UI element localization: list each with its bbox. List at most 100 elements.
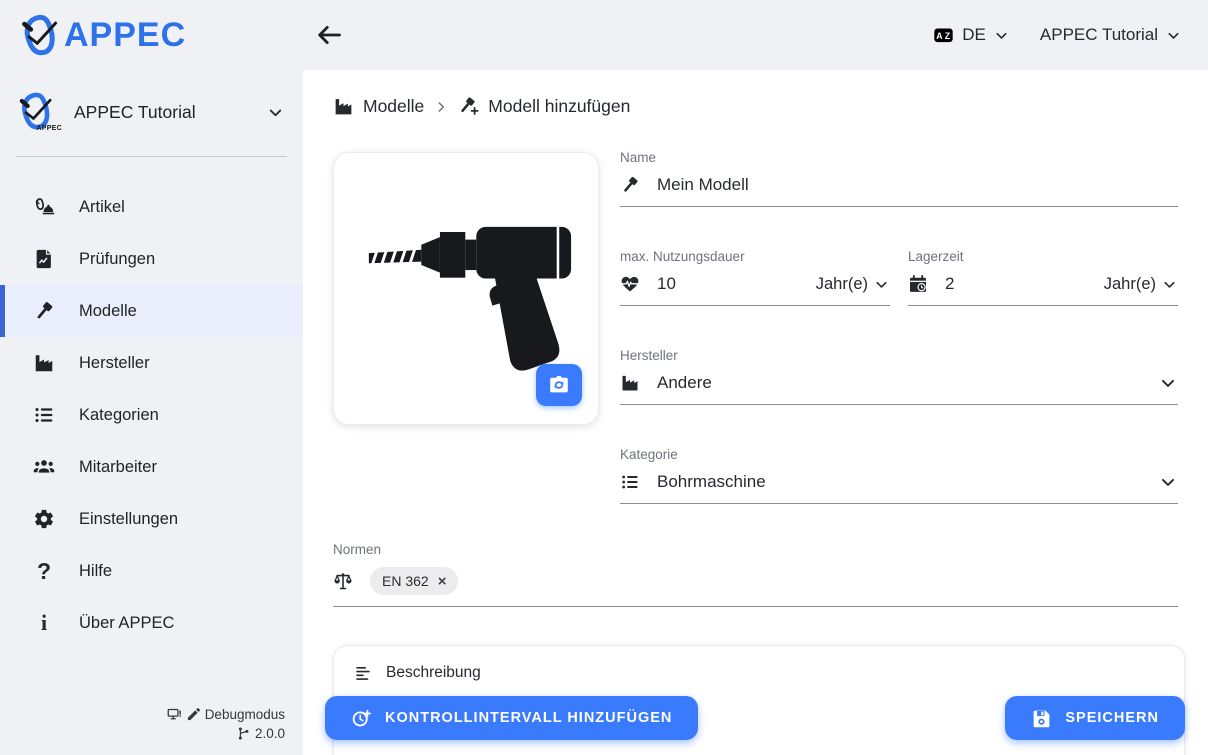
clock-plus-icon bbox=[351, 708, 372, 729]
calendar-clock-icon bbox=[908, 274, 928, 294]
list-icon bbox=[33, 404, 55, 426]
unit-label: Jahr(e) bbox=[1104, 275, 1156, 294]
sidebar-item-label: Über APPEC bbox=[79, 614, 174, 633]
name-value[interactable]: Mein Modell bbox=[657, 175, 749, 195]
debug-label: Debugmodus bbox=[205, 705, 285, 724]
monitor-icon bbox=[167, 707, 182, 722]
ppe-icon bbox=[33, 196, 55, 218]
sidebar-item-label: Artikel bbox=[79, 198, 125, 217]
sidebar-item-artikel[interactable]: Artikel bbox=[0, 181, 303, 233]
chevron-down-icon bbox=[993, 27, 1010, 44]
account-name: APPEC Tutorial bbox=[1040, 25, 1158, 45]
name-label: Name bbox=[620, 150, 1178, 165]
lagerzeit-value[interactable]: 2 bbox=[945, 274, 954, 294]
appec-carabiner-icon bbox=[18, 12, 62, 58]
kategorie-field[interactable]: Kategorie Bohrmaschine bbox=[620, 447, 1178, 504]
lagerzeit-label: Lagerzeit bbox=[908, 249, 1178, 264]
arrow-left-icon bbox=[315, 21, 343, 49]
people-icon bbox=[33, 456, 55, 478]
max-nutzungsdauer-field[interactable]: max. Nutzungsdauer 10 Jahr(e) bbox=[620, 249, 890, 306]
model-form: Name Mein Modell max. Nutzungsdauer 10 J… bbox=[620, 150, 1178, 504]
breadcrumb: Modelle Modell hinzufügen bbox=[333, 96, 630, 117]
add-kontrollintervall-label: KONTROLLINTERVALL HINZUFÜGEN bbox=[385, 710, 672, 726]
header-right: DE APPEC Tutorial bbox=[932, 25, 1208, 46]
sidebar-item-hilfe[interactable]: ? Hilfe bbox=[0, 545, 303, 597]
model-image-card bbox=[333, 152, 599, 425]
norm-chip-label: EN 362 bbox=[382, 573, 429, 589]
app-logo: APPEC bbox=[0, 12, 303, 58]
chevron-down-icon bbox=[1165, 27, 1182, 44]
normen-label: Normen bbox=[333, 542, 1178, 557]
factory-icon bbox=[620, 373, 640, 393]
max-nutzungsdauer-label: max. Nutzungsdauer bbox=[620, 249, 890, 264]
sidebar-item-einstellungen[interactable]: Einstellungen bbox=[0, 493, 303, 545]
gear-icon bbox=[33, 508, 55, 530]
description-header: Beschreibung bbox=[354, 664, 1164, 682]
workspace-selector[interactable]: APPEC APPEC Tutorial bbox=[0, 70, 303, 154]
sidebar-item-hersteller[interactable]: Hersteller bbox=[0, 337, 303, 389]
normen-field[interactable]: Normen EN 362 × bbox=[333, 542, 1178, 607]
max-nutzungsdauer-value[interactable]: 10 bbox=[657, 274, 676, 294]
actions-bar: KONTROLLINTERVALL HINZUFÜGEN SPEICHERN bbox=[325, 696, 1185, 740]
chevron-down-icon bbox=[1161, 276, 1178, 293]
norm-chip[interactable]: EN 362 × bbox=[370, 567, 458, 595]
chevron-down-icon bbox=[873, 276, 890, 293]
sidebar-item-kategorien[interactable]: Kategorien bbox=[0, 389, 303, 441]
name-field[interactable]: Name Mein Modell bbox=[620, 150, 1178, 207]
factory-icon bbox=[33, 352, 55, 374]
scale-icon bbox=[333, 571, 353, 591]
translate-icon bbox=[932, 25, 955, 46]
sidebar-item-label: Hersteller bbox=[79, 354, 150, 373]
kategorie-label: Kategorie bbox=[620, 447, 1178, 462]
chevron-down-icon[interactable] bbox=[1158, 373, 1178, 393]
sidebar-item-pruefungen[interactable]: Prüfungen bbox=[0, 233, 303, 285]
hersteller-field[interactable]: Hersteller Andere bbox=[620, 348, 1178, 405]
report-icon bbox=[33, 248, 55, 270]
sidebar-footer: Debugmodus 2.0.0 bbox=[167, 705, 285, 743]
question-icon: ? bbox=[33, 558, 55, 585]
chevron-right-icon bbox=[433, 99, 449, 115]
mini-logo-caption: APPEC bbox=[36, 125, 62, 132]
sidebar-item-ueber-appec[interactable]: i Über APPEC bbox=[0, 597, 303, 649]
list-icon bbox=[620, 472, 640, 492]
text-lines-icon bbox=[354, 664, 372, 682]
hammer-icon bbox=[620, 175, 640, 195]
breadcrumb-modelle[interactable]: Modelle bbox=[363, 96, 424, 117]
add-kontrollintervall-button[interactable]: KONTROLLINTERVALL HINZUFÜGEN bbox=[325, 696, 698, 740]
hammer-plus-icon bbox=[458, 96, 479, 117]
account-selector[interactable]: APPEC Tutorial bbox=[1040, 25, 1182, 45]
git-branch-icon bbox=[236, 726, 251, 741]
sidebar-item-label: Prüfungen bbox=[79, 250, 155, 269]
sidebar-divider bbox=[16, 156, 287, 157]
language-selector[interactable]: DE bbox=[932, 25, 1010, 46]
pencil-icon bbox=[186, 707, 201, 722]
brand-name: APPEC bbox=[64, 16, 186, 55]
kategorie-value: Bohrmaschine bbox=[657, 472, 766, 492]
save-button[interactable]: SPEICHERN bbox=[1005, 696, 1185, 740]
version-number: 2.0.0 bbox=[255, 724, 285, 743]
change-image-button[interactable] bbox=[536, 364, 582, 406]
factory-icon bbox=[333, 96, 354, 117]
app-header: APPEC DE APPEC Tutorial bbox=[0, 0, 1208, 70]
chevron-down-icon[interactable] bbox=[1158, 472, 1178, 492]
lagerzeit-field[interactable]: Lagerzeit 2 Jahr(e) bbox=[908, 249, 1178, 306]
app-version: 2.0.0 bbox=[167, 724, 285, 743]
max-nutzungsdauer-unit-select[interactable]: Jahr(e) bbox=[816, 275, 890, 294]
sidebar: APPEC APPEC Tutorial Artikel Prüfungen M… bbox=[0, 70, 303, 755]
sidebar-item-label: Kategorien bbox=[79, 406, 159, 425]
sidebar-item-mitarbeiter[interactable]: Mitarbeiter bbox=[0, 441, 303, 493]
appec-mini-logo-icon: APPEC bbox=[16, 90, 58, 134]
hammer-icon bbox=[33, 300, 55, 322]
chip-remove-icon[interactable]: × bbox=[438, 574, 447, 589]
language-code: DE bbox=[962, 25, 986, 45]
sidebar-item-label: Hilfe bbox=[79, 562, 112, 581]
main-content: Modelle Modell hinzufügen bbox=[303, 70, 1208, 755]
lagerzeit-unit-select[interactable]: Jahr(e) bbox=[1104, 275, 1178, 294]
sidebar-item-modelle[interactable]: Modelle bbox=[0, 285, 303, 337]
save-label: SPEICHERN bbox=[1065, 710, 1159, 726]
description-label: Beschreibung bbox=[386, 664, 481, 682]
heart-pulse-icon bbox=[620, 274, 640, 294]
back-button[interactable] bbox=[315, 21, 343, 49]
hersteller-value: Andere bbox=[657, 373, 712, 393]
debug-mode[interactable]: Debugmodus bbox=[167, 705, 285, 724]
